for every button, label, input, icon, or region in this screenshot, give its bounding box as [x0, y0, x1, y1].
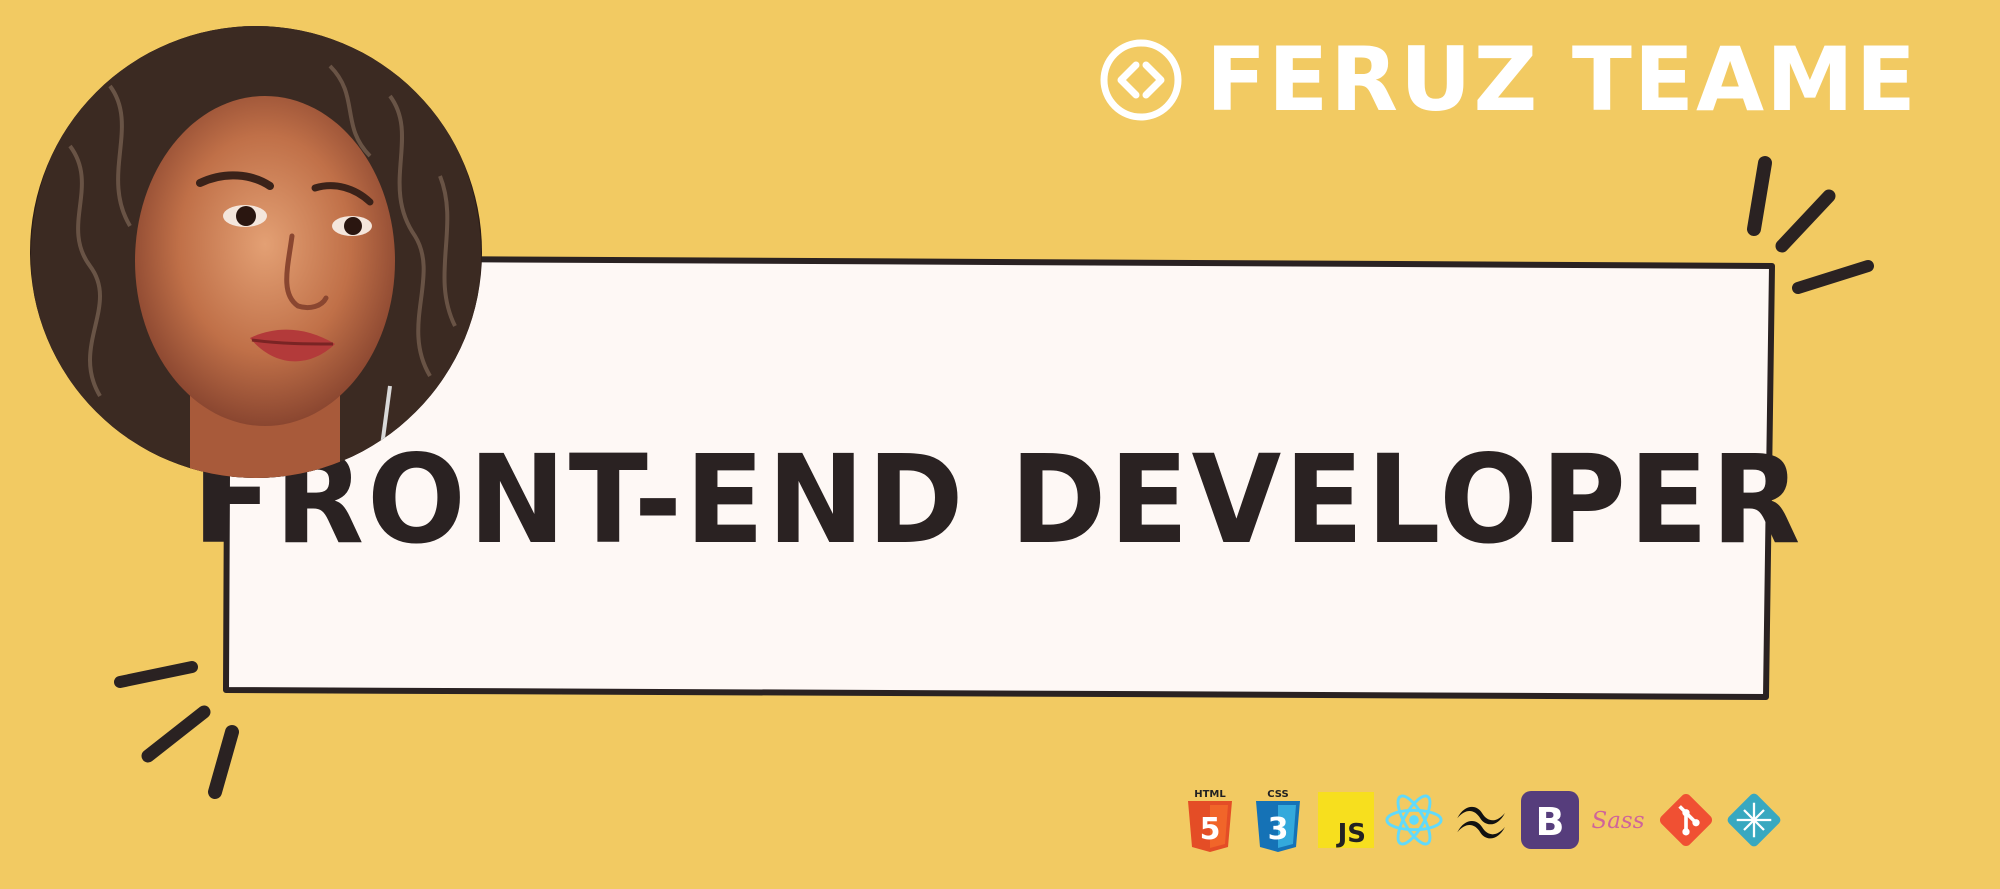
html5-icon: HTML 5 — [1180, 785, 1240, 855]
tailwind-icon — [1452, 785, 1512, 855]
brand: FERUZ TEAME — [1098, 30, 1918, 130]
sass-icon: Sass — [1588, 785, 1648, 855]
bootstrap-icon: B — [1520, 785, 1580, 855]
bootstrap-label: B — [1536, 800, 1565, 844]
sass-label: Sass — [1592, 808, 1645, 834]
svg-text:5: 5 — [1200, 812, 1221, 847]
banner: FRONT-END DEVELOPER FERUZ TEAME HTML 5 C… — [0, 0, 2000, 889]
netlify-icon — [1724, 785, 1784, 855]
javascript-icon: JS — [1316, 785, 1376, 855]
code-brackets-icon — [1100, 39, 1182, 121]
react-icon — [1384, 785, 1444, 855]
javascript-label: JS — [1336, 819, 1366, 848]
avatar — [30, 26, 482, 478]
git-icon — [1656, 785, 1716, 855]
burst-bottom-left — [114, 661, 239, 799]
brand-name: FERUZ TEAME — [1206, 28, 1918, 131]
svg-text:3: 3 — [1268, 812, 1289, 847]
tech-stack: HTML 5 CSS 3 JS B Sass — [1180, 778, 1784, 862]
css3-label: CSS — [1267, 789, 1288, 800]
html5-label: HTML — [1194, 789, 1226, 800]
css3-icon: CSS 3 — [1248, 785, 1308, 855]
